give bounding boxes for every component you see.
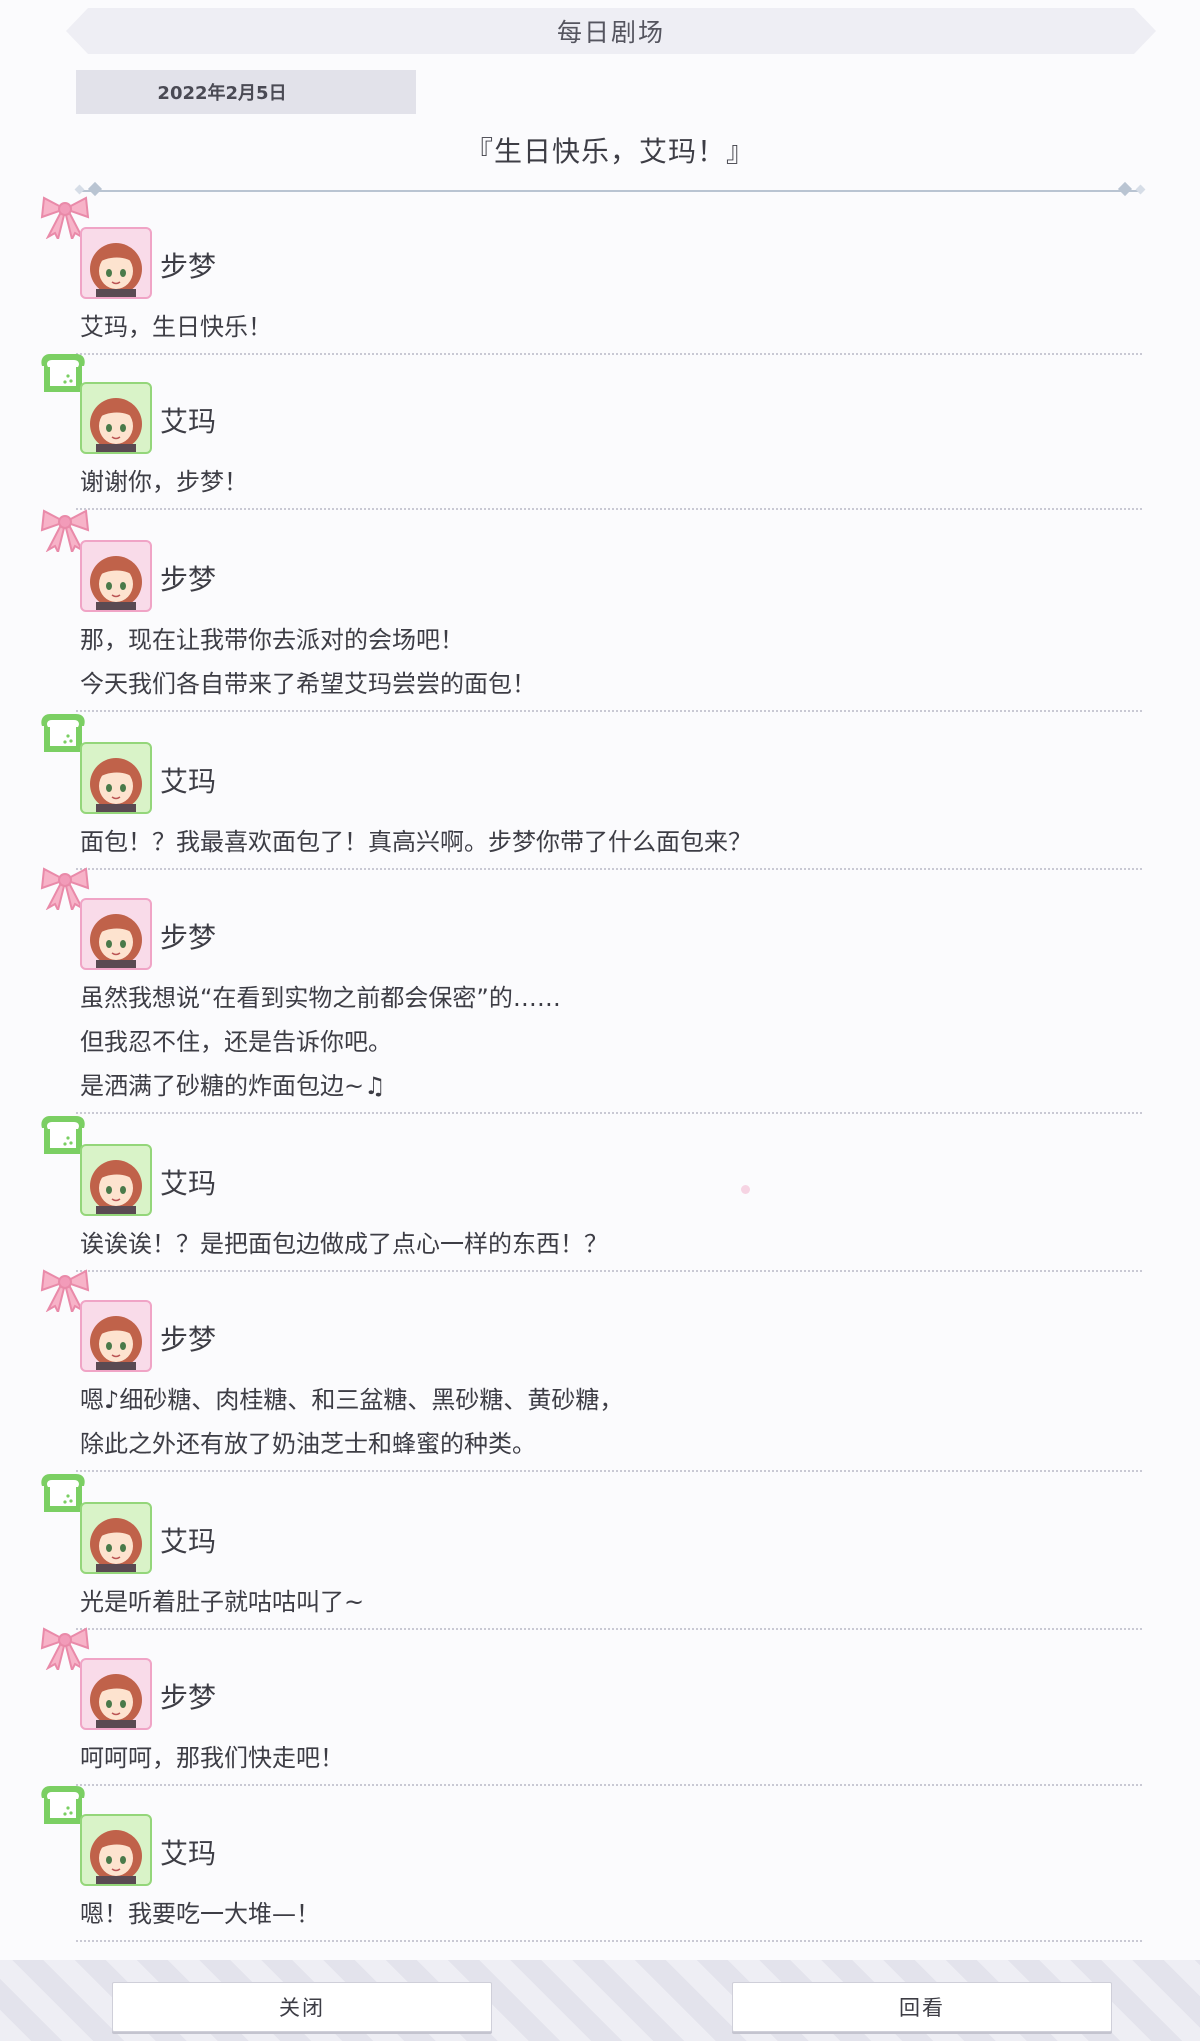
divider-diamond-icon: [74, 184, 85, 195]
close-button-label: 关闭: [279, 1996, 325, 2020]
dialogue-line: 面包！？我最喜欢面包了！真高兴啊。步梦你带了什么面包来？: [80, 828, 752, 856]
dialogue-text: 嗯♪细砂糖、肉桂糖、和三盆糖、黑砂糖、黄砂糖， 除此之外还有放了奶油芝士和蜂蜜的种…: [80, 1378, 623, 1466]
dialogue-text: 光是听着肚子就咕咕叫了~: [80, 1580, 364, 1624]
speaker-name: 步梦: [160, 250, 217, 283]
review-button-label: 回看: [899, 1996, 945, 2020]
avatar: [80, 540, 152, 612]
dialogue-line: 嗯♪细砂糖、肉桂糖、和三盆糖、黑砂糖、黄砂糖，: [80, 1386, 624, 1414]
dialogue-line: 是洒满了砂糖的炸面包边~♫: [80, 1072, 386, 1100]
dialogue-line: 那，现在让我带你去派对的会场吧！: [80, 626, 464, 654]
speaker-name: 步梦: [160, 1323, 217, 1356]
dialogue-text: 那，现在让我带你去派对的会场吧！ 今天我们各自带来了希望艾玛尝尝的面包！: [80, 618, 536, 706]
close-button[interactable]: 关闭: [112, 1982, 492, 2032]
dialogue-line: 艾玛，生日快乐！: [80, 313, 272, 341]
entry-divider: [76, 1112, 1142, 1114]
dialogue-line: 虽然我想说“在看到实物之前都会保密”的……: [80, 984, 561, 1012]
entry-divider: [76, 1628, 1142, 1630]
avatar: [80, 1814, 152, 1886]
speaker-name: 步梦: [160, 563, 217, 596]
dialogue-text: 谢谢你，步梦！: [80, 460, 248, 504]
speaker-name: 步梦: [160, 1681, 217, 1714]
date-label: 2022年2月5日: [157, 83, 287, 104]
entry-divider: [76, 1940, 1142, 1942]
entry-divider: [76, 868, 1142, 870]
speaker-name: 艾玛: [160, 1525, 217, 1558]
story-title: 『生日快乐，艾玛！』: [464, 135, 755, 168]
title-divider: [74, 181, 1146, 197]
speaker-name: 艾玛: [160, 1837, 217, 1870]
dialogue-line: 但我忍不住，还是告诉你吧。: [80, 1028, 392, 1056]
avatar: [80, 898, 152, 970]
divider-diamond-icon: [1135, 184, 1146, 195]
dialogue-line: 诶诶诶！？是把面包边做成了点心一样的东西！？: [80, 1230, 608, 1258]
dialogue-line: 除此之外还有放了奶油芝士和蜂蜜的种类。: [80, 1430, 536, 1458]
entry-divider: [76, 353, 1142, 355]
avatar: [80, 742, 152, 814]
dialogue-line: 呵呵呵，那我们快走吧！: [80, 1744, 344, 1772]
entry-divider: [76, 1470, 1142, 1472]
avatar: [80, 382, 152, 454]
date-tab: 2022年2月5日: [76, 70, 416, 114]
avatar: [80, 1502, 152, 1574]
avatar: [80, 1144, 152, 1216]
divider-diamond-icon: [87, 181, 103, 197]
divider-diamond-icon: [1117, 181, 1133, 197]
entry-divider: [76, 1784, 1142, 1786]
dialogue-text: 嗯！我要吃一大堆—！: [80, 1892, 320, 1936]
speaker-name: 艾玛: [160, 1167, 217, 1200]
speaker-name: 步梦: [160, 921, 217, 954]
decorative-dot: [741, 1185, 750, 1194]
page-title: 每日剧场: [556, 18, 665, 47]
speaker-name: 艾玛: [160, 405, 217, 438]
dialogue-line: 今天我们各自带来了希望艾玛尝尝的面包！: [80, 670, 536, 698]
entry-divider: [76, 508, 1142, 510]
dialogue-text: 虽然我想说“在看到实物之前都会保密”的…… 但我忍不住，还是告诉你吧。 是洒满了砂糖…: [80, 976, 561, 1108]
entry-divider: [76, 710, 1142, 712]
dialogue-text: 面包！？我最喜欢面包了！真高兴啊。步梦你带了什么面包来？: [80, 820, 752, 864]
review-button[interactable]: 回看: [732, 1982, 1112, 2032]
dialogue-text: 诶诶诶！？是把面包边做成了点心一样的东西！？: [80, 1222, 608, 1266]
entry-divider: [76, 1270, 1142, 1272]
avatar: [80, 1300, 152, 1372]
dialogue-line: 嗯！我要吃一大堆—！: [80, 1900, 320, 1928]
dialogue-text: 呵呵呵，那我们快走吧！: [80, 1736, 344, 1780]
avatar: [80, 1658, 152, 1730]
dialogue-line: 谢谢你，步梦！: [80, 468, 248, 496]
speaker-name: 艾玛: [160, 765, 217, 798]
dialogue-text: 艾玛，生日快乐！: [80, 305, 272, 349]
avatar: [80, 227, 152, 299]
dialogue-line: 光是听着肚子就咕咕叫了~: [80, 1588, 365, 1616]
title-banner: 每日剧场: [66, 8, 1156, 54]
